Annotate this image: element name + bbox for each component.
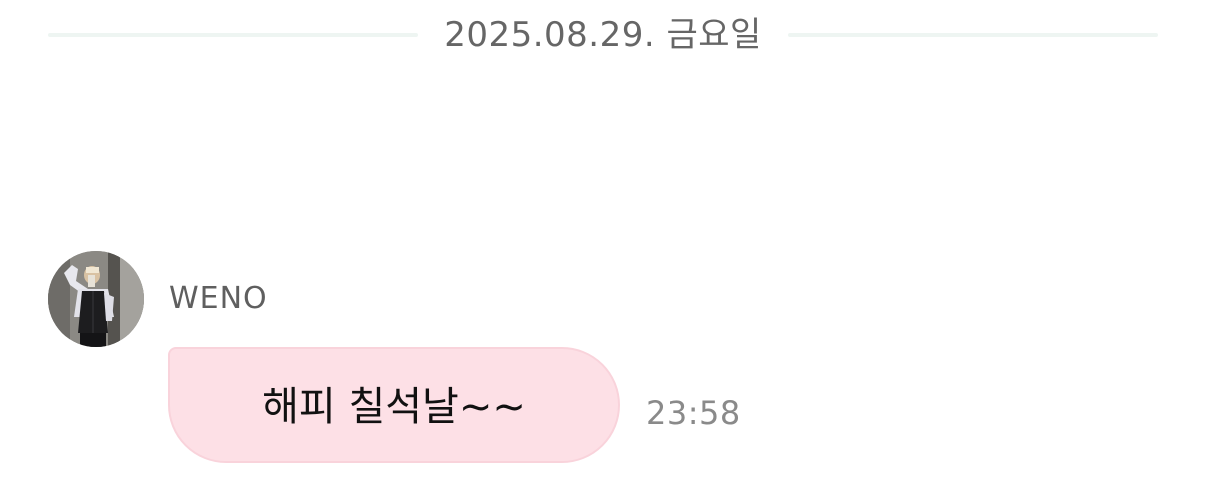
avatar[interactable] xyxy=(48,251,144,347)
date-divider: 2025.08.29. 금요일 xyxy=(48,10,1158,60)
message-text: 해피 칠석날~~ xyxy=(262,384,526,430)
sender-name[interactable]: WENO xyxy=(169,280,268,318)
date-label: 2025.08.29. 금요일 xyxy=(444,15,762,55)
chat-view: 2025.08.29. 금요일 WENO 해피 칠석날~~ 23:58 xyxy=(0,0,1206,479)
divider-line-right xyxy=(787,33,1158,37)
divider-line-left xyxy=(48,33,419,37)
profile-photo-icon xyxy=(48,251,144,347)
message-timestamp: 23:58 xyxy=(646,394,741,432)
message-bubble[interactable]: 해피 칠석날~~ xyxy=(168,347,620,463)
